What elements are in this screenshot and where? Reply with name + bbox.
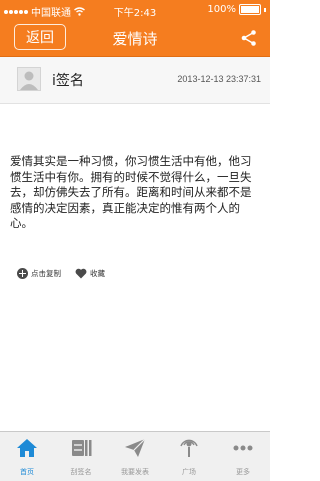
home-icon — [17, 439, 37, 457]
scratch-icon — [72, 440, 92, 456]
tab-label: 刮签名 — [70, 468, 92, 476]
favorite-button[interactable]: 收藏 — [75, 268, 105, 279]
avatar[interactable] — [17, 67, 41, 91]
share-icon[interactable] — [240, 29, 258, 47]
status-right: 100% — [207, 4, 266, 15]
tab-label: 我要发表 — [121, 468, 149, 476]
page-title: 爱情诗 — [112, 30, 158, 48]
tab-plaza[interactable]: 广场 — [162, 432, 216, 481]
post-body: 爱情其实是一种习惯，你习惯生活中有他，他习惯生活中有你。拥有的时候不觉得什么，一… — [10, 154, 252, 230]
battery-nub — [264, 7, 266, 12]
tab-home[interactable]: 首页 — [0, 432, 54, 481]
tab-label: 首页 — [20, 468, 34, 476]
more-icon — [233, 445, 253, 451]
author-name[interactable]: i签名 — [52, 70, 84, 90]
copy-label: 点击复制 — [31, 269, 61, 278]
tab-publish[interactable]: 我要发表 — [108, 432, 162, 481]
nav-bar: 返回 爱情诗 — [0, 20, 270, 57]
tab-scratch[interactable]: 刮签名 — [54, 432, 108, 481]
tab-label: 更多 — [236, 468, 250, 476]
battery-percent: 100% — [207, 4, 236, 15]
plus-circle-icon — [17, 268, 28, 279]
send-icon — [125, 438, 146, 457]
default-avatar-icon — [20, 71, 38, 90]
tab-bar: 首页 刮签名 我要发表 广场 更多 — [0, 431, 270, 481]
copy-button[interactable]: 点击复制 — [17, 268, 61, 279]
tab-label: 广场 — [182, 468, 196, 476]
post-time: 2013-12-13 23:37:31 — [177, 74, 261, 84]
heart-icon — [75, 268, 87, 279]
battery-icon — [239, 4, 261, 15]
favorite-label: 收藏 — [90, 269, 105, 278]
tab-more[interactable]: 更多 — [216, 432, 270, 481]
author-row: i签名 2013-12-13 23:37:31 — [0, 57, 270, 104]
status-bar: 中国联通 下午2:43 100% — [0, 0, 270, 20]
post-actions: 点击复制 收藏 — [17, 268, 105, 279]
plaza-icon — [180, 439, 198, 457]
